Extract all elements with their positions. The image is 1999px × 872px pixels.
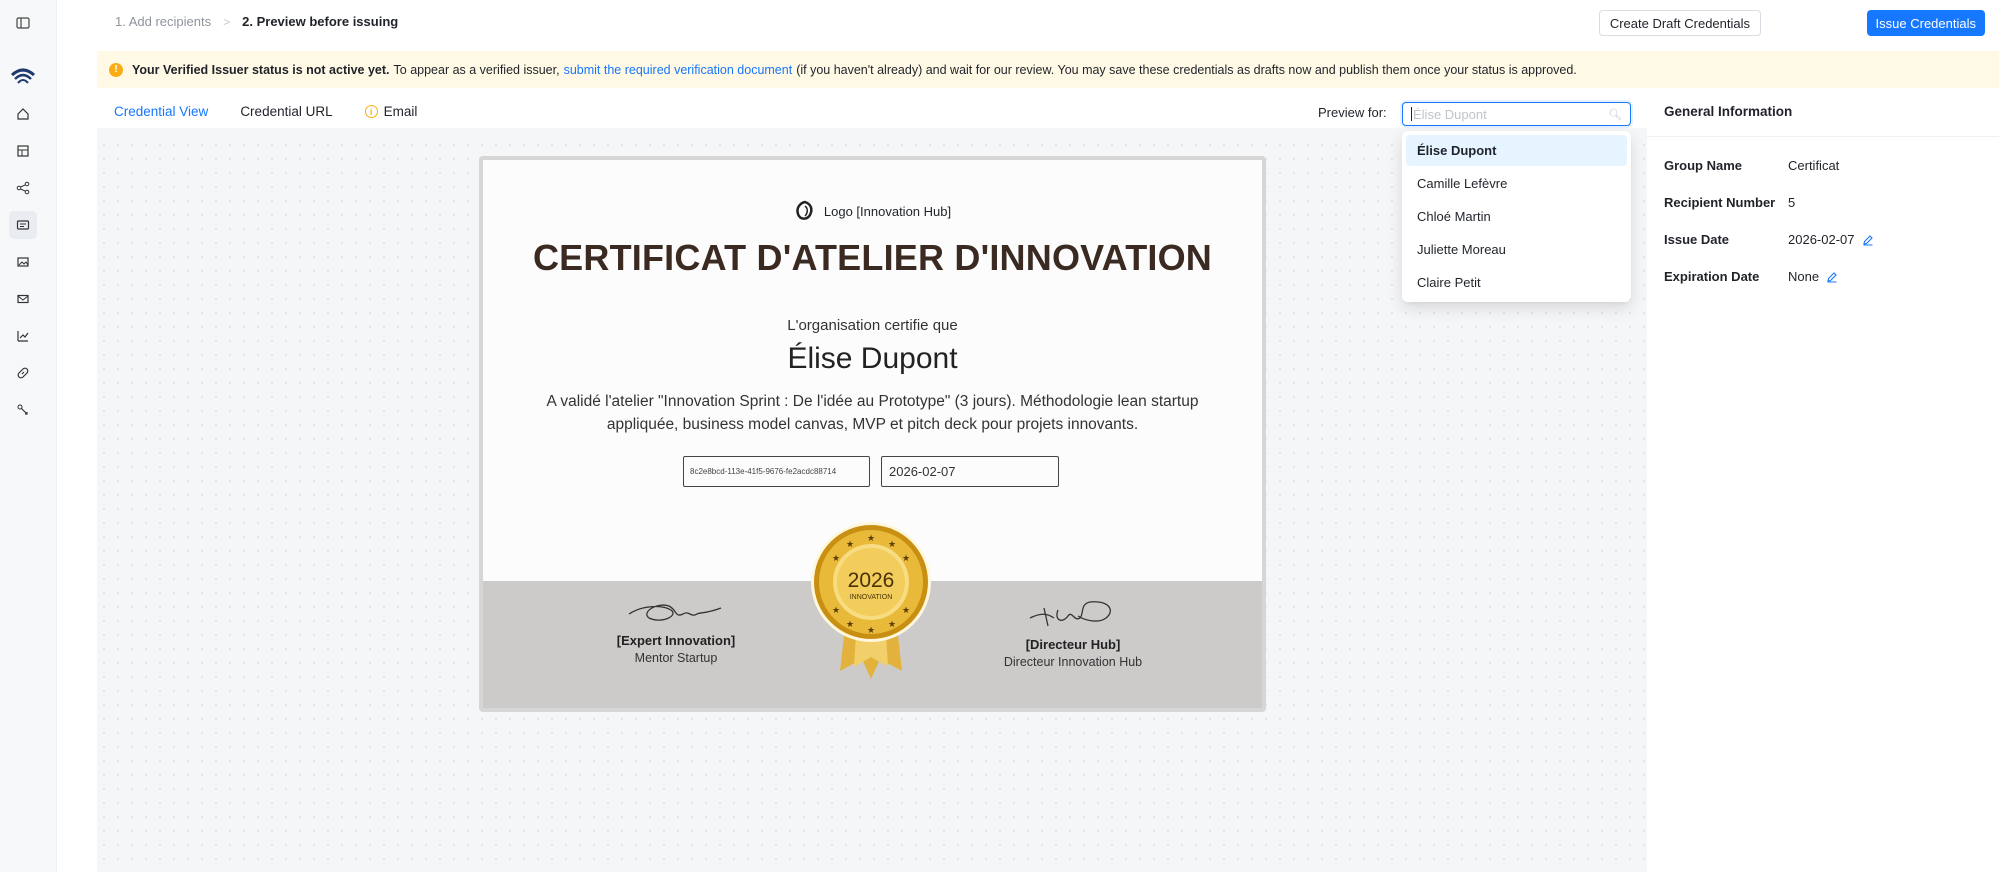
svg-text:★: ★	[846, 619, 854, 629]
tab-email[interactable]: i Email	[364, 104, 417, 129]
panel-title: General Information	[1664, 104, 1793, 119]
share-icon[interactable]	[13, 178, 33, 198]
edit-expiration-date-icon[interactable]	[1826, 271, 1838, 283]
banner-bold-text: Your Verified Issuer status is not activ…	[132, 62, 390, 77]
banner-text-2: (if you haven't already) and wait for ou…	[796, 62, 1577, 77]
svg-text:2026: 2026	[848, 569, 895, 592]
svg-text:★: ★	[902, 553, 910, 563]
verification-warning-banner: ! Your Verified Issuer status is not act…	[97, 51, 1999, 88]
create-draft-button[interactable]: Create Draft Credentials	[1598, 10, 1761, 36]
svg-text:★: ★	[832, 605, 840, 615]
text-caret	[1411, 107, 1412, 121]
dropdown-option[interactable]: Chloé Martin	[1406, 201, 1627, 232]
step-preview: 2. Preview before issuing	[242, 14, 399, 29]
dropdown-option[interactable]: Camille Lefèvre	[1406, 168, 1627, 199]
breadcrumb-separator: >	[223, 14, 231, 29]
step-add-recipients[interactable]: 1. Add recipients	[115, 14, 211, 29]
issue-credentials-icon[interactable]	[9, 211, 37, 239]
recipient-name: Élise Dupont	[787, 342, 958, 375]
svg-text:★: ★	[888, 619, 896, 629]
home-icon[interactable]	[13, 104, 33, 124]
info-row-expiration-date: Expiration Date None	[1664, 269, 1838, 284]
certificate-logo: Logo [Innovation Hub]	[483, 200, 1262, 222]
warning-icon: !	[109, 62, 123, 77]
info-icon: i	[364, 105, 378, 118]
svg-text:★: ★	[846, 539, 854, 549]
info-row-issue-date: Issue Date 2026-02-07	[1664, 232, 1874, 247]
dropdown-option[interactable]: Claire Petit	[1406, 267, 1627, 298]
left-sidebar	[0, 0, 57, 872]
dropdown-option[interactable]: Juliette Moreau	[1406, 234, 1627, 265]
collapse-sidebar-icon[interactable]	[13, 13, 33, 33]
panel-divider	[1647, 136, 1999, 137]
svg-text:★: ★	[832, 553, 840, 563]
preview-recipient-select[interactable]: Élise Dupont 🔍︎	[1402, 102, 1631, 126]
svg-text:INNOVATION: INNOVATION	[850, 594, 893, 601]
certificate-title: CERTIFICAT D'ATELIER D'INNOVATION	[532, 237, 1213, 278]
handwritten-signature-left	[628, 604, 722, 621]
issue-date-box: 2026-02-07	[881, 456, 1059, 487]
handwritten-signature-right	[1029, 601, 1111, 627]
verification-link[interactable]: submit the required verification documen…	[564, 63, 793, 77]
svg-text:★: ★	[867, 625, 875, 635]
general-information-panel: General Information Group Name Certifica…	[1647, 88, 1999, 872]
signer-right-title: Directeur Innovation Hub	[1003, 655, 1143, 669]
image-icon[interactable]	[13, 252, 33, 272]
tab-credential-view[interactable]: Credential View	[114, 104, 209, 131]
issue-credentials-button[interactable]: Issue Credentials	[1866, 10, 1985, 36]
top-bar: 1. Add recipients > 2. Preview before is…	[57, 0, 1999, 45]
info-row-group-name: Group Name Certificat	[1664, 158, 1840, 173]
credential-id-box: 8c2e8bcd-113e-41f5-9676-fe2acdc88714	[683, 456, 870, 487]
preview-for-label: Preview for:	[1318, 105, 1387, 120]
edit-issue-date-icon[interactable]	[1862, 234, 1874, 246]
banner-text: To appear as a verified issuer,	[393, 62, 560, 77]
svg-text:★: ★	[902, 605, 910, 615]
mail-icon[interactable]	[13, 289, 33, 309]
credentials-icon[interactable]	[13, 141, 33, 161]
breadcrumb: 1. Add recipients > 2. Preview before is…	[115, 14, 398, 29]
signature-left: [Expert Innovation] Mentor Startup	[591, 596, 761, 665]
recipient-dropdown: Élise Dupont Camille Lefèvre Chloé Marti…	[1402, 131, 1631, 302]
tab-credential-url[interactable]: Credential URL	[240, 104, 332, 129]
svg-text:★: ★	[867, 533, 875, 543]
logo-text: Logo [Innovation Hub]	[823, 203, 952, 219]
gold-seal-icon: ★ ★ ★ ★ ★ ★ ★ ★ ★ ★ 2026 INNOVATION	[811, 522, 931, 679]
search-icon: 🔍︎	[1608, 108, 1622, 121]
info-row-recipient-number: Recipient Number 5	[1664, 195, 1796, 210]
svg-text:★: ★	[888, 539, 896, 549]
preview-placeholder: Élise Dupont	[1413, 106, 1487, 122]
signature-right: [Directeur Hub] Directeur Innovation Hub	[988, 596, 1158, 669]
signer-right-role: [Directeur Hub]	[1025, 637, 1121, 652]
integrations-icon[interactable]	[13, 400, 33, 420]
hub-logo-icon	[796, 200, 813, 220]
certifie-text: L'organisation certifie que	[787, 317, 958, 334]
signer-left-role: [Expert Innovation]	[616, 633, 736, 648]
brand-logo-icon	[10, 65, 36, 89]
signer-left-title: Mentor Startup	[634, 651, 718, 665]
certificate-preview: Logo [Innovation Hub] CERTIFICAT D'ATELI…	[479, 156, 1266, 712]
dropdown-option[interactable]: Élise Dupont	[1406, 135, 1627, 166]
preview-tabs: Credential View Credential URL i Email	[114, 104, 417, 131]
analytics-icon[interactable]	[13, 326, 33, 346]
link-icon[interactable]	[13, 363, 33, 383]
certificate-description: A validé l'atelier "Innovation Sprint : …	[546, 393, 1199, 433]
